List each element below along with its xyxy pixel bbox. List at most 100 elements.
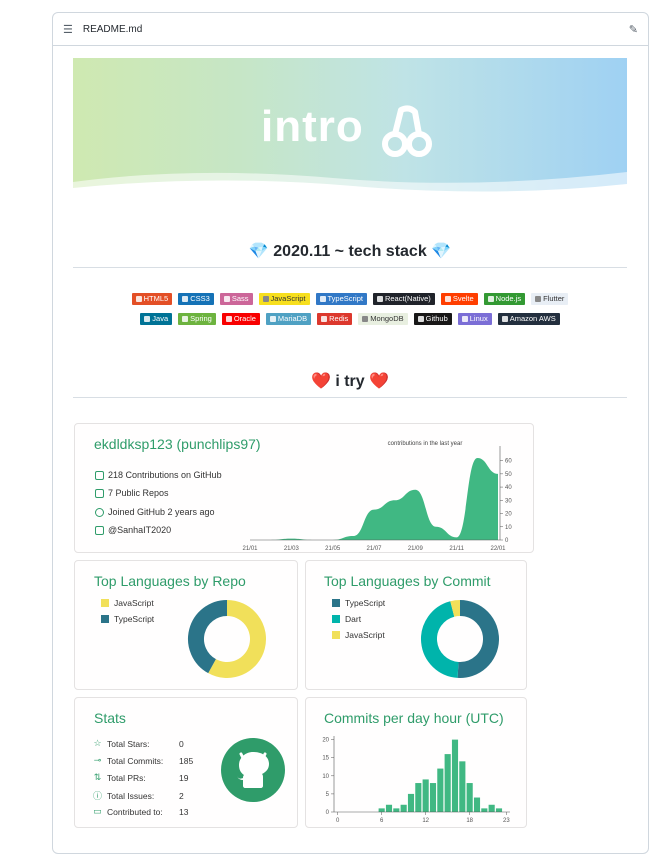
y-tick-label: 0 bbox=[505, 538, 509, 544]
y-tick-label: 5 bbox=[326, 792, 330, 798]
lang-repo-title: Top Languages by Repo bbox=[94, 573, 246, 589]
diamond-icon: 💎 bbox=[248, 243, 269, 260]
badge-node-js[interactable]: Node.js bbox=[483, 293, 526, 305]
y-tick-label: 30 bbox=[505, 498, 512, 504]
star-icon: ☆ bbox=[93, 738, 102, 748]
intro-banner: intro bbox=[73, 58, 627, 197]
commits-hour-title: Commits per day hour (UTC) bbox=[324, 710, 504, 726]
badge-logo-icon bbox=[269, 316, 276, 322]
pull-request-icon: ⇅ bbox=[93, 772, 102, 782]
badge-redis[interactable]: Redis bbox=[317, 313, 353, 325]
badge-logo-icon bbox=[535, 296, 542, 302]
hour-bar bbox=[473, 797, 481, 812]
lang-commit-title: Top Languages by Commit bbox=[324, 573, 491, 589]
badge-github[interactable]: Github bbox=[413, 313, 452, 325]
badge-javascript[interactable]: JavaScript bbox=[258, 293, 310, 305]
commits-hour-card[interactable]: Commits per day hour (UTC) 0 5 10 15 20 0 6 12 1… bbox=[305, 697, 527, 828]
x-tick-label: 22/01 bbox=[490, 546, 506, 552]
pencil-icon[interactable]: ✎ bbox=[629, 23, 638, 36]
stats-title: Stats bbox=[94, 710, 126, 726]
badge-java[interactable]: Java bbox=[140, 313, 173, 325]
x-tick-label: 21/03 bbox=[284, 546, 300, 552]
hour-bar bbox=[488, 804, 495, 812]
github-icon bbox=[95, 470, 104, 480]
y-tick-label: 0 bbox=[326, 810, 330, 816]
badge-mongodb[interactable]: MongoDB bbox=[358, 313, 408, 325]
badge-logo-icon bbox=[321, 316, 328, 322]
y-tick-label: 15 bbox=[322, 756, 329, 762]
i-try-title: i try bbox=[335, 373, 365, 390]
badge-logo-icon bbox=[362, 316, 369, 322]
badge-logo-icon bbox=[182, 296, 189, 302]
repos-row: 7 Public Repos bbox=[95, 488, 169, 498]
x-tick-label: 21/01 bbox=[242, 546, 258, 552]
joined-row: Joined GitHub 2 years ago bbox=[95, 507, 215, 517]
banner-wave bbox=[73, 172, 627, 197]
y-tick-label: 20 bbox=[505, 512, 512, 518]
stats-card[interactable]: Stats ☆ Total Stars: 0 ⊸ Total Commits: 185 … bbox=[74, 697, 298, 828]
heart-icon: ❤️ bbox=[310, 373, 331, 390]
hour-bar bbox=[466, 783, 473, 812]
badge-logo-icon bbox=[319, 296, 326, 302]
graph-title: contributions in the last year bbox=[388, 441, 463, 447]
badge-amazon-aws[interactable]: Amazon AWS bbox=[497, 313, 560, 325]
contribution-area bbox=[250, 457, 498, 540]
badge-spring[interactable]: Spring bbox=[178, 313, 216, 325]
diamond-icon: 💎 bbox=[431, 243, 452, 260]
cherry-logo bbox=[382, 105, 432, 157]
y-tick-label: 40 bbox=[505, 485, 512, 491]
profile-name: ekdldksp123 (punchlips97) bbox=[94, 436, 261, 452]
badge-mariadb[interactable]: MariaDB bbox=[265, 313, 312, 325]
badge-react-native-[interactable]: React(Native) bbox=[372, 293, 435, 305]
badge-logo-icon bbox=[417, 316, 424, 322]
badge-logo-icon bbox=[461, 316, 468, 322]
badge-css3[interactable]: CSS3 bbox=[178, 293, 214, 305]
i-try-heading: ❤️ i try ❤️ bbox=[73, 371, 627, 398]
tech-badges: HTML5 CSS3 Sass JavaScript TypeScript React(N… bbox=[73, 293, 627, 329]
x-tick-label: 18 bbox=[466, 818, 473, 824]
hour-bar bbox=[444, 754, 451, 812]
lang-commit-donut bbox=[421, 600, 499, 678]
lang-commit-card[interactable]: Top Languages by Commit TypeScript Dart … bbox=[305, 560, 527, 690]
badge-flutter[interactable]: Flutter bbox=[531, 293, 569, 305]
lang-repo-card[interactable]: Top Languages by Repo JavaScript TypeScr… bbox=[74, 560, 298, 690]
y-tick-label: 10 bbox=[322, 774, 329, 780]
contributions-graph: contributions in the last year 21/01 21/0… bbox=[242, 441, 512, 552]
badge-logo-icon bbox=[262, 296, 269, 302]
donut-slice-dart bbox=[421, 601, 460, 678]
clock-icon bbox=[95, 507, 104, 517]
github-octocat-icon bbox=[221, 738, 285, 802]
badge-sass[interactable]: Sass bbox=[219, 293, 253, 305]
y-tick-label: 20 bbox=[322, 738, 329, 744]
contributions-row: 218 Contributions on GitHub bbox=[95, 470, 222, 480]
badge-logo-icon bbox=[376, 296, 383, 302]
y-tick-label: 60 bbox=[505, 459, 512, 465]
hour-bar bbox=[422, 779, 429, 812]
profile-card[interactable]: ekdldksp123 (punchlips97) 218 Contributi… bbox=[74, 423, 534, 553]
legend-item: TypeScript bbox=[332, 598, 385, 608]
badge-logo-icon bbox=[225, 316, 232, 322]
badge-logo-icon bbox=[487, 296, 494, 302]
hour-bar bbox=[495, 808, 503, 812]
repo-icon bbox=[95, 488, 104, 498]
badge-linux[interactable]: Linux bbox=[457, 313, 492, 325]
donut-slice-javascript bbox=[450, 600, 461, 617]
badge-svelte[interactable]: Svelte bbox=[440, 293, 478, 305]
company-row: @SanhaIT2020 bbox=[95, 525, 171, 535]
tech-stack-heading: 💎 2020.11 ~ tech stack 💎 bbox=[73, 241, 627, 268]
y-tick-label: 50 bbox=[505, 472, 512, 478]
commit-icon: ⊸ bbox=[93, 755, 102, 765]
building-icon bbox=[95, 525, 104, 535]
badge-typescript[interactable]: TypeScript bbox=[315, 293, 367, 305]
hour-bar bbox=[385, 804, 393, 812]
list-icon[interactable]: ☰ bbox=[63, 23, 73, 36]
badge-html5[interactable]: HTML5 bbox=[131, 293, 173, 305]
badge-logo-icon bbox=[444, 296, 451, 302]
hour-bar bbox=[481, 808, 488, 812]
hour-bar bbox=[429, 783, 437, 812]
badge-oracle[interactable]: Oracle bbox=[221, 313, 260, 325]
stat-commits: ⊸ Total Commits: 185 bbox=[93, 755, 194, 766]
hour-bar bbox=[451, 739, 459, 812]
stat-stars: ☆ Total Stars: 0 bbox=[93, 738, 184, 749]
x-tick-label: 21/11 bbox=[449, 546, 464, 552]
